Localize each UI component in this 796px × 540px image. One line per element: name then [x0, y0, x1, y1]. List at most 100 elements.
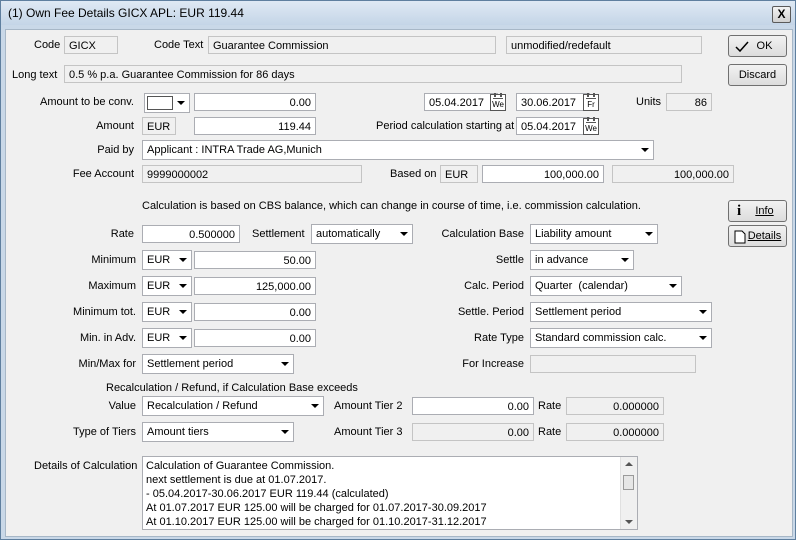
details-line: - 05.04.2017-30.06.2017 EUR 119.44 (calc…	[146, 488, 389, 500]
min-in-adv-label: Min. in Adv.	[79, 332, 136, 344]
min-max-for-value: Settlement period	[147, 358, 234, 370]
type-of-tiers-value: Amount tiers	[147, 426, 209, 438]
chevron-down-icon	[179, 336, 187, 340]
paid-by-dropdown[interactable]: Applicant : INTRA Trade AG,Munich	[142, 140, 654, 160]
scroll-down-icon[interactable]	[625, 520, 633, 524]
calc-period-label: Calc. Period	[464, 280, 524, 292]
calc-base-dropdown[interactable]: Liability amount	[530, 224, 658, 244]
based-on-currency-field: EUR	[440, 165, 478, 183]
min-in-adv-currency-dropdown[interactable]: EUR	[142, 328, 192, 348]
min-max-for-label: Min/Max for	[78, 358, 136, 370]
rate-tier2-field: 0.000000	[566, 397, 664, 415]
fee-details-window: (1) Own Fee Details GICX APL: EUR 119.44…	[0, 0, 796, 540]
info-icon: i	[737, 203, 742, 219]
ok-button[interactable]: OK	[728, 35, 787, 57]
maximum-currency-dropdown[interactable]: EUR	[142, 276, 192, 296]
min-in-adv-currency-value: EUR	[147, 332, 171, 344]
fee-account-label: Fee Account	[72, 168, 134, 180]
details-button[interactable]: Details	[728, 225, 787, 247]
min-in-adv-input[interactable]: 0.00	[194, 329, 316, 347]
close-button[interactable]: X	[772, 6, 791, 23]
for-increase-label: For Increase	[462, 358, 524, 370]
checkmark-icon	[735, 41, 749, 53]
calendar-icon[interactable]: We	[583, 117, 599, 135]
settle-period-dropdown[interactable]: Settlement period	[530, 302, 712, 322]
calc-base-label: Calculation Base	[441, 228, 524, 240]
chevron-down-icon	[179, 310, 187, 314]
details-scrollbar[interactable]	[620, 457, 637, 529]
amount-to-conv-label: Amount to be conv.	[40, 96, 134, 108]
chevron-down-icon	[699, 336, 707, 340]
value-dropdown[interactable]: Recalculation / Refund	[142, 396, 324, 416]
type-of-tiers-dropdown[interactable]: Amount tiers	[142, 422, 294, 442]
title-bar[interactable]: (1) Own Fee Details GICX APL: EUR 119.44…	[1, 1, 795, 25]
code-label: Code	[34, 39, 61, 51]
amount-input[interactable]: 119.44	[194, 117, 316, 135]
details-line: next settlement is due at 01.07.2017.	[146, 474, 327, 486]
units-field: 86	[666, 93, 712, 111]
period-start-weekday: We	[585, 124, 597, 133]
rate-input[interactable]: 0.500000	[142, 225, 240, 243]
discard-button[interactable]: Discard	[728, 64, 787, 86]
amount-tier3-label: Amount Tier 3	[334, 426, 403, 438]
chevron-down-icon	[179, 284, 187, 288]
dialog-body: Code GICX Code Text Guarantee Commission…	[5, 29, 793, 537]
minimum-tot-input[interactable]: 0.00	[194, 303, 316, 321]
value-value: Recalculation / Refund	[147, 400, 258, 412]
period-start-input[interactable]: 05.04.2017	[516, 117, 590, 135]
recalc-heading: Recalculation / Refund, if Calculation B…	[106, 382, 358, 394]
minimum-label: Minimum	[91, 254, 136, 266]
calc-period-dropdown[interactable]: Quarter (calendar)	[530, 276, 682, 296]
for-increase-field	[530, 355, 696, 373]
rate-type-dropdown[interactable]: Standard commission calc.	[530, 328, 712, 348]
rate-tier2-label: Rate	[538, 400, 562, 412]
ok-button-label: OK	[756, 40, 773, 52]
settle-dropdown[interactable]: in advance	[530, 250, 634, 270]
rate-type-label: Rate Type	[474, 332, 524, 344]
code-field: GICX	[64, 36, 118, 54]
chevron-down-icon	[281, 362, 289, 366]
scroll-thumb[interactable]	[623, 475, 634, 490]
scroll-up-icon[interactable]	[625, 462, 633, 466]
amount-tier2-input[interactable]: 0.00	[412, 397, 534, 415]
info-button-label: Info	[755, 205, 774, 217]
settlement-label: Settlement	[252, 228, 305, 240]
based-on-label: Based on	[390, 168, 437, 180]
value-label: Value	[108, 400, 136, 412]
amount-tier2-label: Amount Tier 2	[334, 400, 403, 412]
calendar-icon[interactable]: Fr	[583, 93, 599, 111]
settle-label: Settle	[495, 254, 524, 266]
minimum-input[interactable]: 50.00	[194, 251, 316, 269]
maximum-input[interactable]: 125,000.00	[194, 277, 316, 295]
settle-value: in advance	[535, 254, 589, 266]
rate-tier3-label: Rate	[538, 426, 562, 438]
details-line: Calculation of Guarantee Commission.	[146, 460, 335, 472]
code-text-label: Code Text	[154, 39, 204, 51]
minimum-currency-dropdown[interactable]: EUR	[142, 250, 192, 270]
details-textarea[interactable]: Calculation of Guarantee Commission. nex…	[142, 456, 638, 530]
chevron-down-icon	[311, 404, 319, 408]
amount-tier3-field: 0.00	[412, 423, 534, 441]
date-from-input[interactable]: 05.04.2017	[424, 93, 498, 111]
rate-label: Rate	[110, 228, 134, 240]
date-to-input[interactable]: 30.06.2017	[516, 93, 590, 111]
paid-by-value: Applicant : INTRA Trade AG,Munich	[147, 144, 322, 156]
calendar-icon[interactable]: We	[490, 93, 506, 111]
type-of-tiers-label: Type of Tiers	[73, 426, 136, 438]
minimum-tot-currency-dropdown[interactable]: EUR	[142, 302, 192, 322]
chevron-down-icon	[641, 148, 649, 152]
details-of-calc-label: Details of Calculation	[34, 460, 138, 472]
details-line: At 01.07.2017 EUR 125.00 will be charged…	[146, 502, 487, 514]
settlement-dropdown[interactable]: automatically	[311, 224, 413, 244]
minimum-tot-currency-value: EUR	[147, 306, 171, 318]
amount-conv-input[interactable]: 0.00	[194, 93, 316, 111]
chevron-down-icon	[699, 310, 707, 314]
based-on-amount-input[interactable]: 100,000.00	[482, 165, 604, 183]
document-icon	[734, 230, 746, 244]
details-button-label: Details	[747, 230, 782, 242]
paid-by-label: Paid by	[97, 144, 134, 156]
info-button[interactable]: i Info	[728, 200, 787, 222]
amount-conv-currency-dropdown[interactable]	[144, 93, 190, 113]
details-line: At 01.10.2017 EUR 125.00 will be charged…	[146, 516, 487, 528]
min-max-for-dropdown[interactable]: Settlement period	[142, 354, 294, 374]
